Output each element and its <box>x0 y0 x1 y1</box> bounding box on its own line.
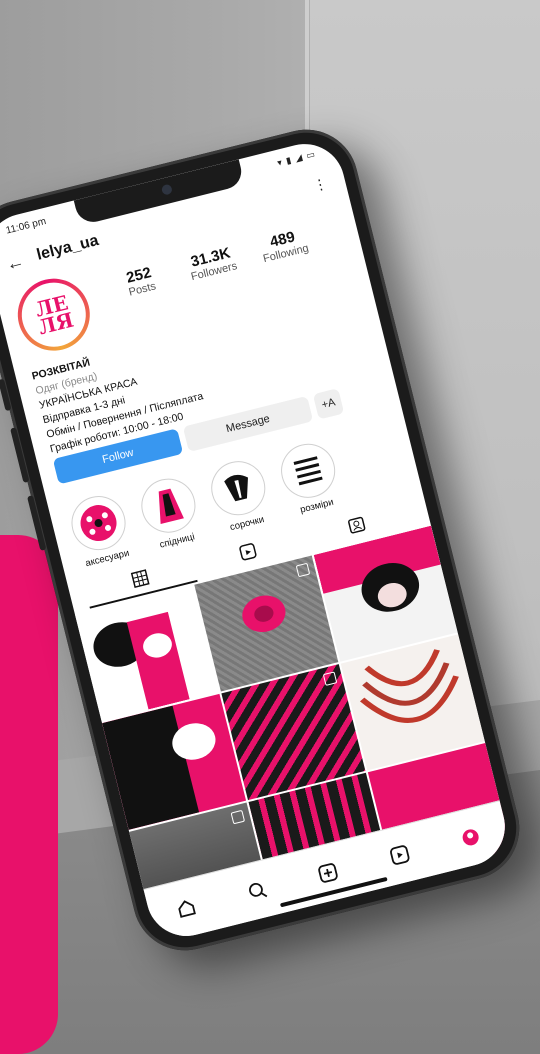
stat-following[interactable]: 489 Following <box>245 223 322 269</box>
stat-followers[interactable]: 31.3K Followers <box>174 241 251 287</box>
search-icon[interactable] <box>240 874 274 908</box>
multi-image-icon <box>230 809 246 825</box>
reels-icon[interactable] <box>233 536 265 568</box>
highlight-cover <box>65 490 132 556</box>
highlight-sizes[interactable]: розміри <box>273 438 346 519</box>
reels-icon[interactable] <box>383 838 417 872</box>
status-icons: ▾ ▮ ◢ ▭ <box>276 148 317 168</box>
pink-decor-shape <box>0 535 58 1054</box>
stat-posts[interactable]: 252 Posts <box>102 258 179 304</box>
highlight-cover <box>205 455 271 521</box>
size-lines-icon <box>293 456 323 486</box>
highlight-accessories[interactable]: аксесуари <box>64 490 137 571</box>
highlight-shirts[interactable]: сорочки <box>204 455 277 536</box>
skirt-icon <box>158 488 184 525</box>
new-post-icon[interactable] <box>311 856 345 890</box>
brand-logo: ЛЕ ЛЯ <box>32 290 77 340</box>
more-vertical-icon[interactable]: ⋮ <box>311 175 329 195</box>
flower-pattern-icon <box>80 505 117 542</box>
tagged-icon[interactable] <box>341 509 373 541</box>
highlight-cover <box>135 472 202 539</box>
shirt-icon <box>224 474 248 502</box>
avatar-inner: ЛЕ ЛЯ <box>15 275 93 354</box>
avatar[interactable]: ЛЕ ЛЯ <box>10 271 98 359</box>
profile-username: lelya_ua <box>34 231 101 264</box>
grid-icon[interactable] <box>124 563 156 595</box>
multi-image-icon <box>322 671 338 686</box>
arrow-left-icon[interactable]: ← <box>4 251 27 276</box>
add-user-button[interactable]: +A <box>312 388 345 420</box>
highlight-skirts[interactable]: спідниці <box>134 472 207 553</box>
home-icon[interactable] <box>169 891 203 925</box>
status-time: 11:06 pm <box>4 215 48 237</box>
profile-avatar-icon[interactable] <box>454 820 488 854</box>
highlight-cover <box>275 438 341 504</box>
